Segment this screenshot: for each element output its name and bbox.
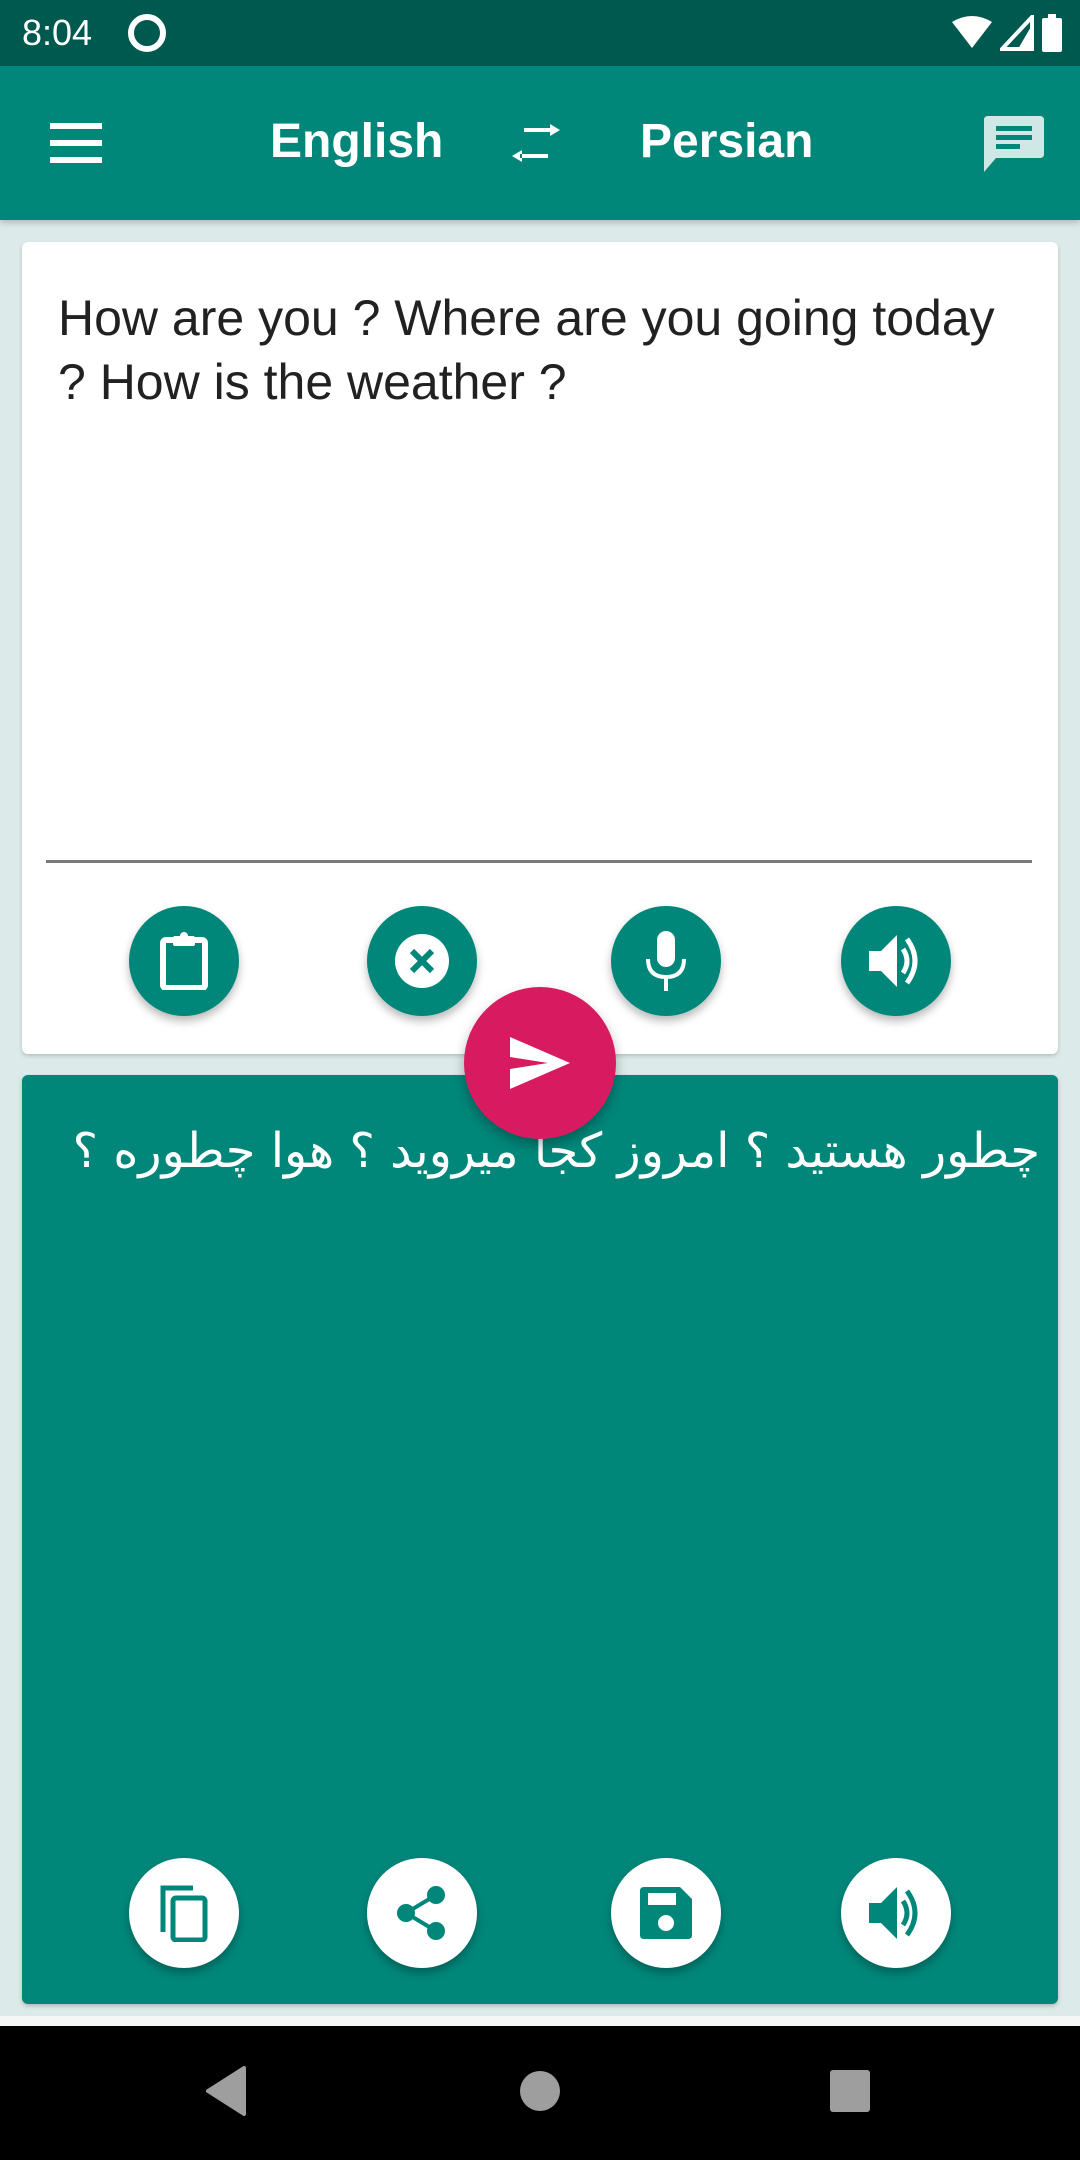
target-language-selector[interactable]: Persian — [640, 114, 813, 169]
paste-button[interactable] — [129, 906, 239, 1016]
translate-button[interactable] — [464, 987, 616, 1139]
save-icon — [640, 1887, 692, 1939]
output-card: چطور هستید ؟ امروز کجا میروید ؟ هوا چطور… — [22, 1075, 1058, 2004]
status-bar: 8:04 — [0, 0, 1080, 66]
back-icon[interactable] — [204, 2066, 248, 2116]
chat-icon[interactable] — [984, 116, 1044, 172]
cancel-icon — [395, 934, 449, 988]
signal-icon — [1000, 15, 1034, 51]
speak-output-button[interactable] — [841, 1858, 951, 1968]
home-icon[interactable] — [518, 2066, 562, 2116]
status-icons — [952, 14, 1062, 52]
voice-input-button[interactable] — [611, 906, 721, 1016]
copy-icon — [160, 1885, 208, 1942]
copy-button[interactable] — [129, 1858, 239, 1968]
battery-icon — [1042, 14, 1062, 52]
assistant-icon — [128, 14, 166, 52]
bottom-strip — [0, 2016, 1080, 2026]
share-button[interactable] — [367, 1858, 477, 1968]
send-icon — [510, 1037, 570, 1089]
menu-icon[interactable] — [50, 123, 102, 163]
volume-icon — [869, 935, 918, 987]
microphone-icon — [646, 931, 686, 991]
clipboard-icon — [160, 932, 208, 990]
speak-input-button[interactable] — [841, 906, 951, 1016]
volume-icon — [869, 1887, 918, 1939]
save-button[interactable] — [611, 1858, 721, 1968]
app-bar: English Persian — [0, 66, 1080, 220]
wifi-icon — [952, 16, 992, 48]
clear-button[interactable] — [367, 906, 477, 1016]
navigation-bar — [0, 2026, 1080, 2160]
recents-icon[interactable] — [828, 2066, 872, 2116]
input-divider — [46, 860, 1032, 863]
input-card: How are you ? Where are you going today … — [22, 242, 1058, 1054]
status-time: 8:04 — [22, 12, 93, 53]
source-language-selector[interactable]: English — [270, 114, 443, 169]
source-text-input[interactable]: How are you ? Where are you going today … — [58, 286, 1008, 414]
share-icon — [397, 1886, 445, 1940]
swap-horiz-icon[interactable] — [508, 118, 564, 168]
